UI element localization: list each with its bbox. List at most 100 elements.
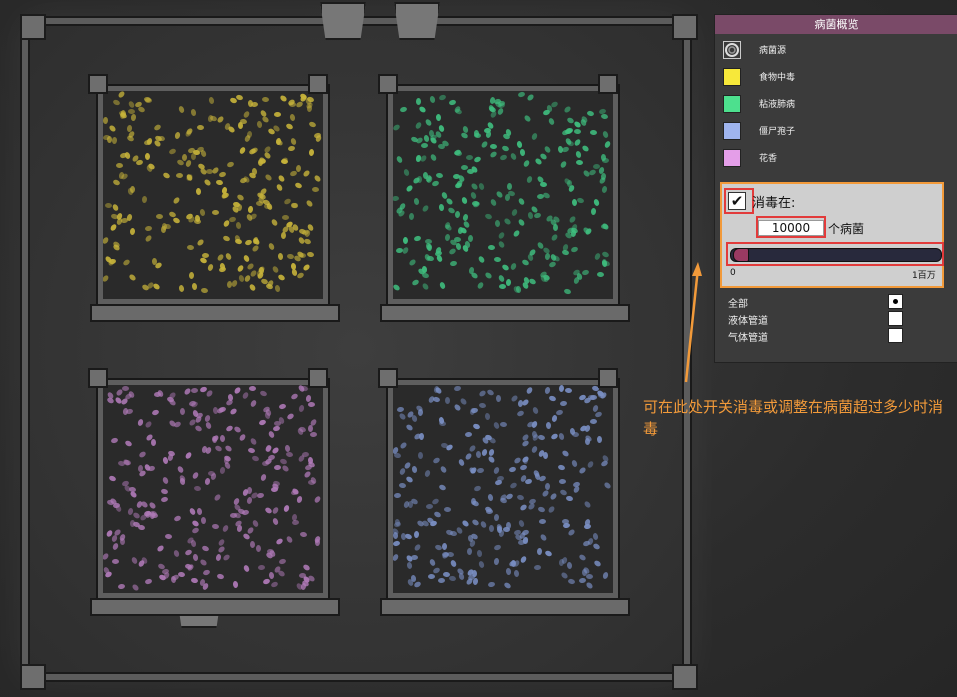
germ-particle [499, 421, 508, 428]
germ-particle [204, 477, 211, 486]
germ-particle [524, 478, 533, 485]
germ-particle [290, 489, 299, 496]
germ-particle [565, 495, 574, 502]
food-poisoning-room[interactable] [96, 84, 330, 306]
germ-particle [431, 179, 440, 188]
filter-radio[interactable] [888, 311, 903, 326]
germ-particle [501, 263, 510, 272]
germ-particle [307, 424, 314, 433]
germ-particle [510, 208, 519, 217]
germ-particle [405, 184, 414, 193]
germ-particle [533, 564, 542, 571]
germ-particle [191, 471, 200, 480]
slider-min-label: 0 [730, 268, 736, 278]
germ-particle [398, 467, 407, 476]
germ-particle [278, 403, 287, 410]
germ-particle [433, 510, 442, 519]
germ-particle [259, 389, 268, 398]
germ-particle [566, 561, 573, 570]
germ-particle [425, 503, 434, 510]
germ-particle [487, 493, 494, 502]
germ-particle [601, 130, 610, 139]
germ-particle [505, 567, 512, 576]
germ-particle [536, 547, 543, 556]
germ-particle [184, 548, 193, 557]
germ-particle [130, 556, 139, 565]
germ-particle [406, 561, 413, 570]
germ-particle [519, 503, 528, 512]
floral-scent-room[interactable] [96, 378, 330, 600]
germ-particle [106, 396, 115, 405]
germ-particle [516, 409, 525, 418]
germ-particle [218, 171, 227, 178]
germ-particle [508, 466, 517, 473]
germ-particle [429, 153, 438, 162]
room-corner [598, 74, 618, 94]
germ-particle [194, 424, 203, 433]
germ-particle [464, 452, 473, 461]
germ-particle [256, 120, 263, 129]
germ-particle [528, 277, 537, 286]
germ-particle [423, 469, 432, 478]
germ-particle [137, 524, 146, 531]
germ-particle [557, 464, 566, 471]
germ-particle [435, 113, 442, 122]
germ-particle [233, 425, 242, 434]
highlight-box [726, 242, 944, 266]
filter-gas-pipes[interactable]: 气体管道 [728, 328, 904, 344]
germ-particle [399, 106, 408, 113]
filter-radio[interactable] [888, 328, 903, 343]
annotation-text: 可在此处开关消毒或调整在病菌超过多少时消毒 [643, 398, 944, 438]
germ-particle [527, 211, 534, 220]
germ-particle [583, 500, 592, 509]
top-door-right[interactable] [394, 2, 440, 40]
germ-particle [255, 200, 264, 207]
filter-radio[interactable] [888, 294, 903, 309]
germ-particle [489, 198, 498, 207]
germ-particle [438, 93, 447, 102]
germ-particle [494, 479, 503, 486]
germ-particle [238, 274, 245, 283]
germ-particle [547, 117, 556, 126]
wall-corner-cap [672, 664, 698, 690]
germ-particle [497, 231, 506, 240]
germ-particle [602, 571, 609, 580]
germ-particle [289, 102, 296, 107]
germ-particle [418, 105, 427, 114]
germ-particle [267, 430, 276, 439]
germ-particle [493, 513, 500, 522]
germ-particle [313, 535, 322, 544]
room-corner [88, 368, 108, 388]
germ-particle [172, 216, 181, 225]
germ-particle [549, 492, 558, 501]
germ-particle [583, 424, 592, 433]
germ-particle [396, 406, 405, 413]
germ-particle [561, 449, 570, 458]
filter-all[interactable]: 全部 [728, 294, 904, 310]
germ-particle [476, 281, 485, 290]
germ-particle [295, 164, 302, 173]
filter-liquid-pipes[interactable]: 液体管道 [728, 311, 904, 327]
germ-particle [279, 94, 288, 103]
legend-swatch [723, 149, 741, 167]
germ-particle [476, 467, 485, 474]
germ-particle [405, 475, 414, 484]
germ-particle [206, 263, 215, 272]
germ-particle [519, 148, 526, 157]
germ-particle [272, 425, 281, 432]
germ-particle [224, 444, 233, 453]
game-viewport[interactable] [0, 0, 700, 697]
top-door-left[interactable] [320, 2, 366, 40]
germ-particle [200, 516, 207, 525]
germ-particle [578, 553, 587, 562]
germ-particle [575, 150, 582, 159]
germ-particle [313, 174, 322, 183]
germ-particle [275, 537, 284, 546]
germ-particle [177, 571, 186, 578]
germ-particle [304, 464, 313, 471]
germ-particle [426, 243, 433, 252]
germ-particle [264, 173, 273, 182]
zombie-spores-room[interactable] [386, 378, 620, 600]
slimelung-room[interactable] [386, 84, 620, 306]
germ-particle [268, 571, 275, 580]
